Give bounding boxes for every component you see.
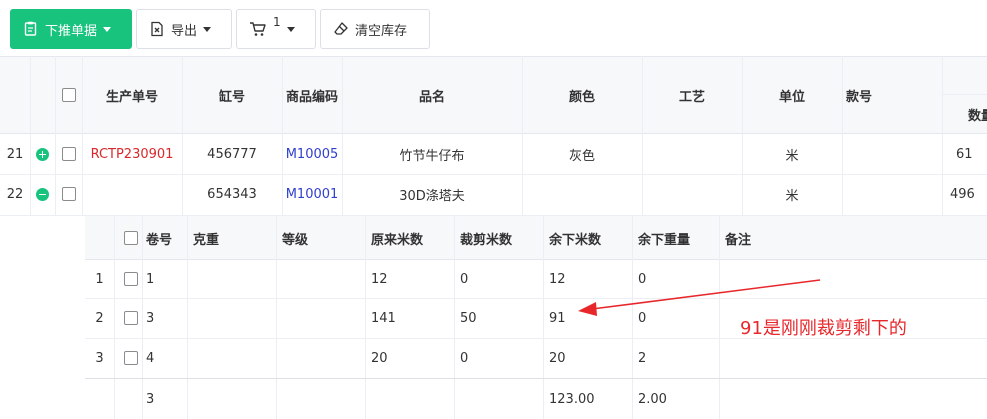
annotation-text: 91是刚刚裁剪剩下的 (740, 318, 907, 339)
annotation-arrow (578, 279, 821, 316)
